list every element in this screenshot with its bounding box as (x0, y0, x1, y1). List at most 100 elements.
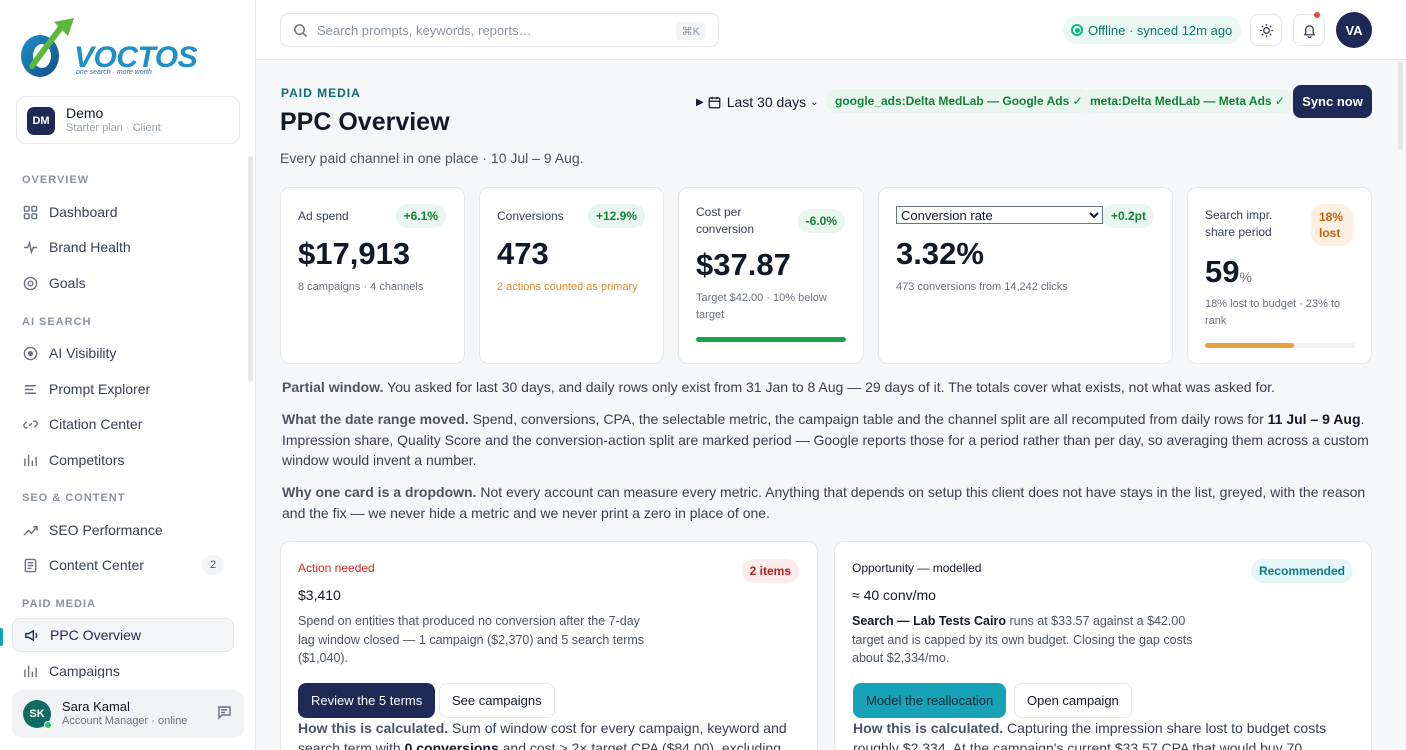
kpi-note: 2 actions counted as primary (497, 281, 638, 293)
search-box[interactable]: ⌘K (280, 13, 719, 47)
pulse-icon (22, 239, 38, 255)
nav-section-seo-content: SEO & CONTENT (22, 492, 126, 504)
kpi-card-selectable-metric: Conversion rate +0.2pt 3.32% 473 convers… (878, 187, 1173, 364)
note-range: 11 Jul – 9 Aug (1267, 411, 1361, 427)
source-chip-meta-ads[interactable]: meta:Delta MedLab — Meta Ads ✓ (1081, 89, 1294, 113)
card-calculation: How this is calculated. Capturing the im… (853, 718, 1333, 750)
kpi-note: 473 conversions from 14,242 clicks (896, 281, 1068, 293)
kpi-value: 473 (497, 236, 549, 271)
chat-icon[interactable] (216, 704, 236, 724)
card-value: ≈ 40 conv/mo (852, 587, 936, 603)
sun-icon (1259, 23, 1273, 37)
card-eyebrow: Action needed (298, 561, 375, 575)
notifications-button[interactable] (1293, 12, 1325, 46)
sidebar-item-dashboard[interactable]: Dashboard (12, 195, 234, 229)
search-icon (294, 24, 308, 38)
sidebar-item-ai-visibility[interactable]: AI Visibility (12, 336, 234, 370)
note-text: You asked for last 30 days, and daily ro… (383, 379, 1275, 395)
kpi-delta-badge: +12.9% (587, 204, 645, 228)
sidebar-item-label: Competitors (49, 452, 125, 468)
bar-chart-icon (22, 452, 38, 468)
card-action-needed: Action needed 2 items $3,410 Spend on en… (280, 541, 818, 750)
source-chip-google-ads[interactable]: google_ads:Delta MedLab — Google Ads ✓ (826, 89, 1092, 113)
kpi-note: 18% lost to budget · 23% to rank (1205, 298, 1341, 327)
recommended-badge: Recommended (1250, 559, 1353, 583)
sync-status-text: Offline · synced 12m ago (1088, 22, 1233, 38)
link-icon (22, 416, 38, 432)
sidebar-item-label: Campaigns (49, 663, 120, 678)
sidebar-item-seo-performance[interactable]: SEO Performance (12, 513, 234, 547)
nav-section-ai-search: AI SEARCH (22, 316, 92, 328)
sidebar-item-label: AI Visibility (49, 345, 117, 361)
kpi-delta-badge: +0.2pt (1102, 204, 1154, 228)
page-eyebrow: PAID MEDIA (281, 86, 361, 100)
eye-icon (22, 345, 38, 361)
sidebar-item-prompt-explorer[interactable]: Prompt Explorer (12, 372, 234, 406)
kpi-delta-badge: +6.1% (395, 204, 446, 228)
search-shortcut: ⌘K (675, 22, 706, 40)
page-title: PPC Overview (280, 108, 450, 136)
target-icon (22, 275, 38, 291)
note-lead: Partial window. (282, 379, 384, 395)
review-terms-button[interactable]: Review the 5 terms (298, 683, 436, 718)
calendar-icon (708, 96, 721, 108)
sidebar-item-competitors[interactable]: Competitors (12, 443, 234, 477)
sidebar-scrollbar[interactable] (248, 156, 253, 382)
document-icon (22, 557, 38, 573)
account-avatar[interactable]: VA (1336, 12, 1372, 48)
theme-toggle-button[interactable] (1250, 14, 1282, 46)
sidebar-item-goals[interactable]: Goals (12, 266, 234, 300)
sidebar-item-label: Prompt Explorer (49, 381, 151, 397)
sync-status-badge: Offline · synced 12m ago (1063, 16, 1243, 44)
cpa-progress-bar (696, 337, 846, 342)
campaign-name: Search — Lab Tests Cairo (852, 614, 1006, 628)
impr-share-progress-bar (1205, 343, 1355, 348)
sidebar-item-label: Goals (49, 275, 86, 291)
play-icon: ▶ (696, 96, 704, 108)
open-campaign-button[interactable]: Open campaign (1014, 683, 1132, 718)
grid-icon (22, 204, 38, 220)
kpi-label: Cost per conversion (696, 205, 755, 236)
search-input[interactable] (317, 14, 667, 46)
lost-share-badge: 18% lost (1311, 204, 1353, 246)
page-scrollbar[interactable] (1398, 62, 1403, 150)
sidebar-item-campaigns[interactable]: Campaigns (12, 654, 234, 678)
card-description: Spend on entities that produced no conve… (298, 614, 645, 665)
chevron-down-icon: ⌄ (810, 96, 819, 108)
card-opportunity: Opportunity — modelled Recommended ≈ 40 … (834, 541, 1372, 750)
kpi-value: $37.87 (696, 247, 791, 282)
kpi-label: Ad spend (298, 209, 349, 223)
sidebar-item-label: Content Center (49, 557, 144, 573)
bell-icon (1303, 24, 1315, 38)
date-range-label: Last 30 days (726, 94, 807, 110)
metric-select[interactable]: Conversion rate (896, 206, 1103, 224)
page-subtitle: Every paid channel in one place · 10 Jul… (280, 150, 584, 166)
sidebar-item-label: SEO Performance (49, 522, 163, 538)
note-date-range: What the date range moved. Spend, conver… (282, 409, 1372, 471)
bar-chart-icon (22, 663, 38, 678)
user-profile[interactable]: SK Sara Kamal Account Manager · online (12, 690, 244, 738)
kpi-card-conversions: Conversions +12.9% 473 2 actions counted… (479, 187, 664, 364)
sidebar-item-content-center[interactable]: Content Center 2 (12, 548, 234, 582)
kpi-note: Target $42.00 · 10% below target (696, 292, 827, 321)
calc-lead: How this is calculated. (298, 720, 449, 736)
user-role: Account Manager · online (62, 715, 188, 727)
model-reallocation-button[interactable]: Model the reallocation (853, 683, 1007, 718)
sidebar-item-label: PPC Overview (50, 627, 142, 643)
date-range-picker[interactable]: ▶ Last 30 days ⌄ (696, 92, 818, 112)
sidebar-item-brand-health[interactable]: Brand Health (12, 230, 234, 264)
cpa-progress-fill (696, 337, 846, 342)
sidebar-item-ppc-overview[interactable]: PPC Overview (12, 618, 234, 652)
note-lead: Why one card is a dropdown. (282, 484, 477, 500)
items-count-badge: 2 items (741, 559, 799, 583)
sidebar-item-citation-center[interactable]: Citation Center (12, 407, 234, 441)
kpi-card-impression-share: Search impr. share period 18% lost 59% 1… (1187, 187, 1372, 364)
note-dropdown: Why one card is a dropdown. Not every ac… (282, 482, 1372, 523)
sync-now-button[interactable]: Sync now (1293, 85, 1372, 118)
trend-icon (22, 522, 38, 538)
impr-share-progress-fill (1205, 343, 1294, 348)
note-text: Spend, conversions, CPA, the selectable … (468, 411, 1268, 427)
nav-section-paid-media: PAID MEDIA (22, 598, 96, 610)
see-campaigns-button[interactable]: See campaigns (439, 683, 555, 718)
kpi-card-ad-spend: Ad spend +6.1% $17,913 8 campaigns · 4 c… (280, 187, 465, 364)
